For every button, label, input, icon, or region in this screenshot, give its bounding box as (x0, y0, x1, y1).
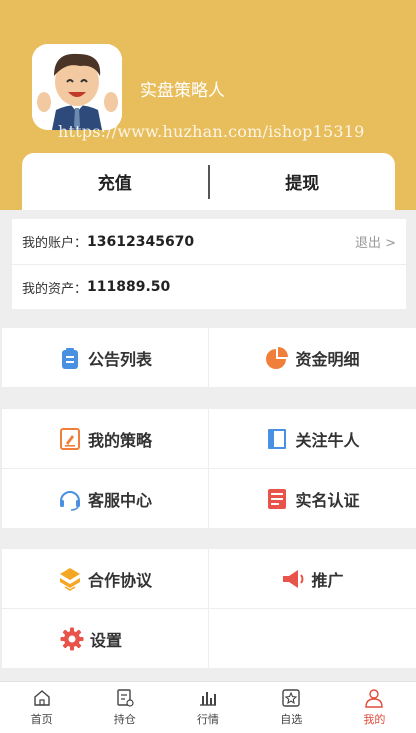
megaphone-icon (281, 567, 305, 591)
verify-item[interactable]: 实名认证 (209, 469, 416, 529)
tab-market-label: 行情 (197, 713, 219, 726)
funds-item[interactable]: 资金明细 (209, 328, 416, 388)
id-card-icon (265, 487, 289, 511)
withdraw-button[interactable]: 提现 (210, 169, 396, 194)
assets-value: 111889.50 (87, 279, 171, 295)
headset-icon (58, 487, 82, 511)
service-label: 客服中心 (87, 490, 152, 510)
bottom-tab-bar: 首页 持仓 行情 自选 我的 (0, 681, 416, 733)
gear-icon (60, 627, 84, 651)
pie-chart-icon (265, 346, 289, 370)
assets-label: 我的资产： (22, 281, 88, 297)
agreement-item[interactable]: 合作协议 (2, 549, 209, 609)
star-icon (282, 689, 300, 707)
tab-positions-label: 持仓 (113, 713, 136, 726)
avatar[interactable] (32, 44, 122, 130)
home-icon (33, 690, 50, 706)
account-row: 我的账户： 13612345670 退出 > (12, 219, 406, 264)
assets-row: 我的资产： 111889.50 (12, 264, 406, 309)
positions-icon (117, 689, 134, 707)
clipboard-icon (58, 346, 82, 370)
menu-section-3: 合作协议 推广 设置 (2, 549, 416, 669)
announcements-item[interactable]: 公告列表 (2, 328, 209, 388)
document-edit-icon (58, 427, 82, 451)
username: 实盘策略人 (140, 81, 225, 101)
tab-mine[interactable]: 我的 (333, 682, 416, 733)
agreement-icon (58, 567, 82, 591)
promote-item[interactable]: 推广 (209, 549, 416, 609)
tab-home[interactable]: 首页 (0, 682, 83, 733)
empty-cell (209, 609, 416, 669)
tab-market[interactable]: 行情 (166, 682, 249, 733)
strategy-item[interactable]: 我的策略 (2, 409, 209, 469)
profile-header: 实盘策略人 https://www.huzhan.com/ishop15319 … (0, 0, 416, 210)
strategy-label: 我的策略 (87, 430, 152, 450)
follow-item[interactable]: 关注牛人 (209, 409, 416, 469)
tab-home-label: 首页 (30, 713, 53, 726)
account-value: 13612345670 (87, 233, 195, 250)
action-bar: 充值 提现 (22, 153, 395, 210)
logout-link[interactable]: 退出 > (355, 232, 396, 251)
account-label: 我的账户： (22, 236, 88, 251)
tab-watchlist[interactable]: 自选 (250, 682, 333, 733)
tab-watchlist-label: 自选 (280, 713, 303, 726)
menu-section-2: 我的策略 关注牛人 客服中心 实名认证 (2, 409, 416, 529)
book-icon (265, 427, 289, 451)
tab-mine-label: 我的 (363, 713, 386, 726)
settings-item[interactable]: 设置 (2, 609, 209, 669)
watermark-text: https://www.huzhan.com/ishop15319 (58, 122, 365, 141)
settings-label: 设置 (90, 630, 123, 650)
follow-label: 关注牛人 (295, 430, 360, 450)
verify-label: 实名认证 (295, 490, 360, 510)
user-icon (365, 689, 384, 708)
menu-section-1: 公告列表 资金明细 (2, 328, 416, 388)
funds-label: 资金明细 (295, 349, 360, 369)
account-card: 我的账户： 13612345670 退出 > 我的资产： 111889.50 (12, 219, 406, 309)
recharge-button[interactable]: 充值 (22, 169, 208, 194)
promote-label: 推广 (311, 570, 344, 590)
service-item[interactable]: 客服中心 (2, 469, 209, 529)
bar-chart-icon (200, 692, 216, 706)
agreement-label: 合作协议 (87, 570, 152, 590)
announcements-label: 公告列表 (87, 349, 152, 369)
tab-positions[interactable]: 持仓 (83, 682, 166, 733)
